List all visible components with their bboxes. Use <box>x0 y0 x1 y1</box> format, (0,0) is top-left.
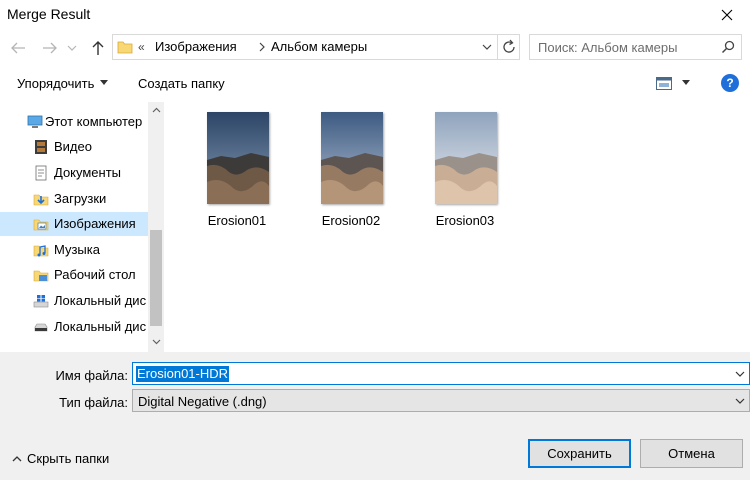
breadcrumb-pictures[interactable]: Изображения <box>155 39 237 54</box>
window-title: Merge Result <box>7 6 91 22</box>
file-name-label: Имя файла: <box>55 368 128 383</box>
nav-item-label: Документы <box>54 165 122 180</box>
help-button[interactable]: ? <box>721 74 739 92</box>
nav-scrollbar[interactable] <box>148 102 164 352</box>
desktop-folder-icon <box>33 270 49 282</box>
pictures-folder-icon <box>33 219 49 231</box>
organize-button[interactable]: Упорядочить <box>17 76 94 91</box>
view-options-icon[interactable] <box>656 77 672 90</box>
nav-item-label: Этот компьютер <box>45 114 143 129</box>
downloads-folder-icon <box>33 194 49 206</box>
nav-item-desktop[interactable]: Рабочий стол <box>0 263 148 287</box>
recent-locations-button[interactable] <box>62 38 82 58</box>
hide-folders-button[interactable]: Скрыть папки <box>27 451 109 466</box>
close-icon <box>721 9 733 21</box>
file-name: Erosion03 <box>435 213 495 228</box>
file-thumbnail <box>321 112 383 204</box>
breadcrumb-camera-roll[interactable]: Альбом камеры <box>271 39 367 54</box>
nav-item-this-pc[interactable]: Этот компьютер <box>0 110 148 134</box>
arrow-right-icon <box>43 42 57 54</box>
video-folder-icon <box>35 140 47 154</box>
nav-item-label: Локальный дис <box>54 319 147 334</box>
navigation-pane: Этот компьютер Видео Документы Загрузки … <box>0 102 164 352</box>
title-bar: Merge Result <box>0 0 750 30</box>
chevron-up-icon[interactable] <box>12 455 22 463</box>
search-input[interactable]: Поиск: Альбом камеры <box>538 40 677 55</box>
file-list: Erosion01 Erosion02 Erosion03 <box>164 102 750 352</box>
computer-icon <box>27 115 43 128</box>
caret-down-icon[interactable] <box>100 80 108 86</box>
file-name-field[interactable]: Erosion01-HDR <box>132 362 750 385</box>
file-name: Erosion02 <box>321 213 381 228</box>
file-thumbnail <box>207 112 269 204</box>
file-item-erosion03[interactable]: Erosion03 <box>417 112 513 232</box>
address-bar[interactable]: « Изображения Альбом камеры <box>112 34 520 60</box>
nav-item-label: Видео <box>54 139 92 154</box>
nav-item-videos[interactable]: Видео <box>0 135 148 159</box>
nav-item-documents[interactable]: Документы <box>0 161 148 185</box>
nav-item-label: Изображения <box>54 216 136 231</box>
file-item-erosion02[interactable]: Erosion02 <box>303 112 399 232</box>
chevron-down-icon[interactable] <box>481 39 493 55</box>
scroll-thumb[interactable] <box>150 230 162 326</box>
chevron-down-icon[interactable] <box>734 368 746 380</box>
file-type-value: Digital Negative (.dng) <box>138 394 267 409</box>
arrow-left-icon <box>11 42 25 54</box>
close-button[interactable] <box>704 0 750 30</box>
nav-item-local-disk-c[interactable]: Локальный дис <box>0 289 148 313</box>
chevron-down-icon <box>735 398 745 404</box>
folder-icon <box>117 41 133 54</box>
new-folder-button[interactable]: Создать папку <box>138 76 225 91</box>
address-overflow[interactable]: « <box>138 40 145 54</box>
file-type-select[interactable]: Digital Negative (.dng) <box>132 389 750 412</box>
nav-item-label: Загрузки <box>54 191 107 206</box>
navigation-bar: « Изображения Альбом камеры Поиск: Альбо… <box>0 30 750 64</box>
save-panel: Имя файла: Erosion01-HDR Тип файла: Digi… <box>0 352 750 480</box>
up-button[interactable] <box>88 38 108 58</box>
search-icon[interactable] <box>721 40 735 54</box>
nav-item-label: Рабочий стол <box>54 267 136 282</box>
save-button[interactable]: Сохранить <box>528 439 631 468</box>
address-divider <box>497 35 498 59</box>
chevron-down-icon <box>152 339 160 345</box>
cancel-button[interactable]: Отмена <box>640 439 743 468</box>
file-item-erosion01[interactable]: Erosion01 <box>189 112 285 232</box>
music-folder-icon <box>33 245 49 257</box>
file-name-value[interactable]: Erosion01-HDR <box>136 366 230 382</box>
chevron-down-icon <box>67 45 77 51</box>
chevron-right-icon[interactable] <box>257 38 267 56</box>
scroll-down-button[interactable] <box>148 334 164 350</box>
forward-button[interactable] <box>40 38 60 58</box>
nav-item-pictures[interactable]: Изображения <box>0 212 148 236</box>
nav-item-label: Локальный дис <box>54 293 147 308</box>
file-name: Erosion01 <box>207 213 267 228</box>
nav-item-local-disk-d[interactable]: Локальный дис <box>0 315 148 339</box>
windows-drive-icon <box>33 295 49 308</box>
search-box[interactable]: Поиск: Альбом камеры <box>529 34 742 60</box>
arrow-up-icon <box>92 41 104 55</box>
file-thumbnail <box>435 112 497 204</box>
file-type-label: Тип файла: <box>59 395 128 410</box>
drive-icon <box>34 323 48 332</box>
nav-item-downloads[interactable]: Загрузки <box>0 187 148 211</box>
documents-folder-icon <box>35 165 47 181</box>
refresh-icon[interactable] <box>501 38 517 56</box>
command-bar: Упорядочить Создать папку ? <box>0 64 750 102</box>
back-button[interactable] <box>8 38 28 58</box>
nav-item-music[interactable]: Музыка <box>0 238 148 262</box>
caret-down-icon[interactable] <box>682 80 690 86</box>
chevron-up-icon <box>152 107 160 113</box>
scroll-up-button[interactable] <box>148 102 164 118</box>
nav-item-label: Музыка <box>54 242 100 257</box>
